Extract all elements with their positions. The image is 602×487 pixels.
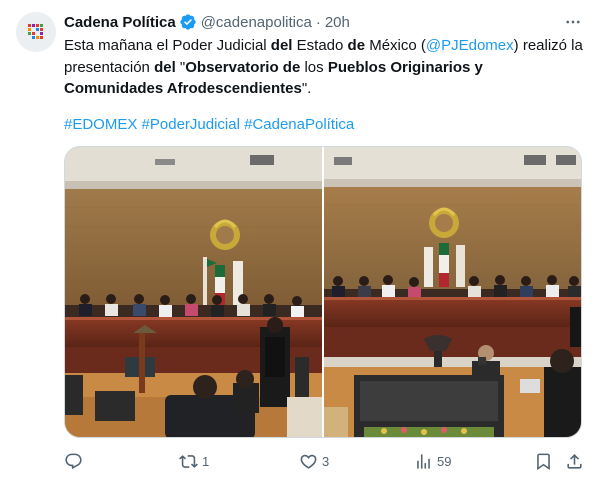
views-chart-icon: [417, 453, 430, 469]
share-button[interactable]: [565, 450, 584, 472]
text-segment: Estado: [292, 37, 348, 54]
like-button[interactable]: 3: [299, 450, 329, 472]
text-segment: ".: [301, 80, 312, 97]
retweet-icon: [179, 454, 198, 468]
retweet-button[interactable]: 1: [179, 450, 209, 472]
share-icon: [567, 453, 582, 469]
action-bar: 1 3 59: [64, 450, 584, 472]
hashtag-link[interactable]: #PoderJudicial: [142, 116, 240, 133]
author-handle[interactable]: @cadenapolitica: [201, 14, 312, 31]
text-bold-segment: de: [347, 37, 366, 54]
separator-dot: ·: [315, 13, 321, 31]
reply-button[interactable]: [64, 450, 87, 472]
like-count: 3: [322, 453, 330, 469]
hashtag-link[interactable]: #CadenaPolítica: [244, 116, 354, 133]
more-horizontal-icon[interactable]: [562, 12, 584, 32]
mention-link[interactable]: @PJEdomex: [426, 37, 514, 54]
retweet-count: 1: [202, 453, 210, 469]
photo-1[interactable]: [65, 147, 322, 437]
hashtag-link[interactable]: #EDOMEX: [64, 116, 137, 133]
verified-badge-icon: [179, 13, 197, 31]
reply-icon: [65, 453, 82, 469]
avatar[interactable]: [16, 12, 56, 52]
tweet-text: Esta mañana el Poder Judicial del Estado…: [64, 35, 584, 100]
tweet-header: Cadena Política @cadenapolitica · 20h: [64, 12, 350, 32]
bookmark-button[interactable]: [534, 450, 553, 472]
tweet-card[interactable]: Cadena Política @cadenapolitica · 20h Es…: [0, 0, 602, 487]
text-segment: México (: [365, 37, 426, 54]
avatar-logo-icon: [16, 12, 56, 52]
views-count: 59: [437, 453, 452, 469]
heart-icon: [300, 454, 317, 469]
text-bold-segment: del: [270, 37, 293, 54]
photo-2[interactable]: [324, 147, 581, 437]
text-segment: los: [300, 58, 328, 76]
author-name[interactable]: Cadena Política: [64, 14, 176, 31]
timestamp[interactable]: 20h: [325, 14, 350, 31]
views-button[interactable]: 59: [414, 450, 451, 472]
text-segment: Esta mañana el Poder Judicial: [64, 37, 271, 54]
bookmark-icon: [537, 453, 550, 470]
text-segment: ": [175, 58, 186, 76]
media-grid: [64, 146, 582, 438]
text-bold-segment: Observatorio de: [185, 58, 301, 76]
hashtag-line: #EDOMEX #PoderJudicial #CadenaPolítica: [64, 115, 354, 135]
text-bold-segment: del: [154, 58, 176, 76]
